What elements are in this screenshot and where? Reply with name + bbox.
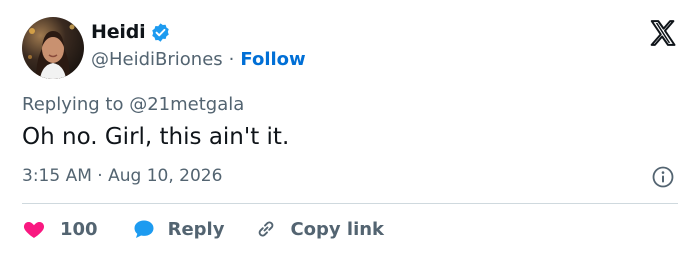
tweet-timestamp[interactable]: 3:15 AM · Aug 10, 2026 [22,166,222,186]
reply-label: Reply [167,218,225,240]
copy-link-button[interactable]: Copy link [254,217,384,241]
copy-link-label: Copy link [290,218,385,240]
like-button[interactable]: 100 [22,217,98,241]
reply-bubble-icon [134,220,154,238]
embedded-tweet: Heidi @HeidiBriones · Follow Replying to… [0,0,700,256]
verified-badge-icon [150,22,171,43]
replying-to-line: Replying to @21metgala [22,94,244,115]
avatar[interactable] [22,17,84,79]
replying-to-label: Replying to [22,94,124,115]
separator-dot: · [228,49,235,70]
replying-to-handle[interactable]: @21metgala [129,94,244,115]
tweet-text: Oh no. Girl, this ain't it. [22,124,290,150]
tweet-date: Aug 10, 2026 [108,166,223,186]
link-icon [259,221,274,237]
divider [22,203,678,204]
author-name-row: Heidi [91,21,171,43]
author-display-name[interactable]: Heidi [91,21,146,43]
x-logo-icon[interactable] [648,18,678,48]
heart-icon [23,222,45,238]
author-handle-row: @HeidiBriones · Follow [91,49,306,70]
avatar-photo [22,17,84,79]
follow-link[interactable]: Follow [240,49,305,70]
action-bar: 100 Reply Copy link [22,215,384,243]
info-icon[interactable] [651,165,675,189]
separator-dot: · [97,166,103,186]
like-count: 100 [60,218,98,240]
reply-button[interactable]: Reply [132,217,225,241]
tweet-time: 3:15 AM [22,166,92,186]
author-handle[interactable]: @HeidiBriones [91,49,223,70]
